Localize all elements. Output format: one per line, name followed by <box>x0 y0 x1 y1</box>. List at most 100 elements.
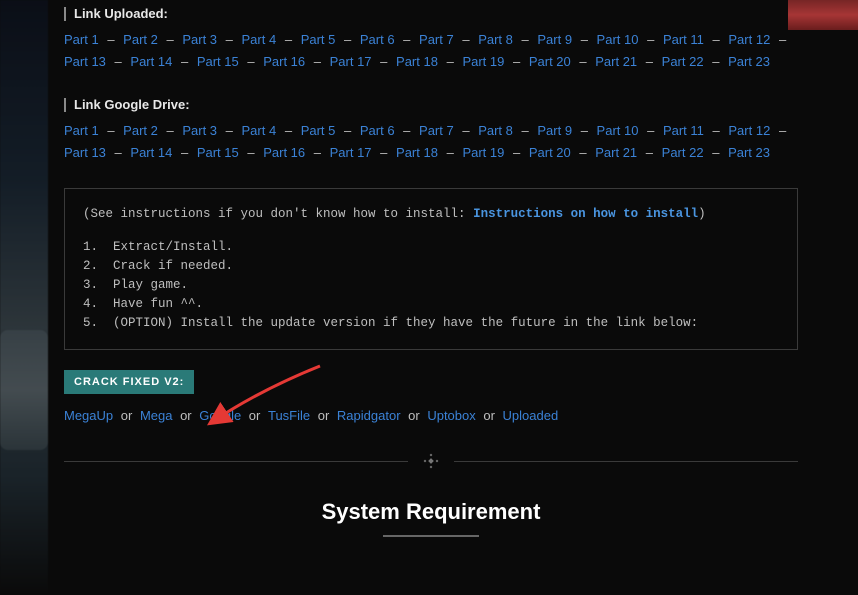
heading-bar-icon <box>64 98 66 112</box>
separator: – <box>517 32 534 47</box>
separator: – <box>576 123 593 138</box>
uploaded-part-link[interactable]: Part 3 <box>182 32 217 47</box>
gdrive-part-link[interactable]: Part 8 <box>478 123 513 138</box>
separator: – <box>309 145 326 160</box>
crack-provider-list: MegaUp or Mega or Google or TusFile or R… <box>64 408 798 423</box>
uploaded-part-link[interactable]: Part 7 <box>419 32 454 47</box>
gdrive-part-link[interactable]: Part 12 <box>728 123 770 138</box>
crack-fixed-badge: CRACK FIXED V2: <box>64 370 194 394</box>
instruction-step: 1. Extract/Install. <box>83 238 779 257</box>
gdrive-part-link[interactable]: Part 1 <box>64 123 99 138</box>
separator: – <box>242 54 259 69</box>
gdrive-part-link[interactable]: Part 9 <box>537 123 572 138</box>
uploaded-part-link[interactable]: Part 5 <box>301 32 336 47</box>
uploaded-part-link[interactable]: Part 15 <box>197 54 239 69</box>
separator: – <box>375 145 392 160</box>
separator: – <box>442 145 459 160</box>
gdrive-part-link[interactable]: Part 14 <box>130 145 172 160</box>
gdrive-part-link[interactable]: Part 3 <box>182 123 217 138</box>
system-requirement-title: System Requirement <box>64 499 798 525</box>
separator: – <box>339 123 356 138</box>
separator: – <box>280 32 297 47</box>
crack-provider-link[interactable]: MegaUp <box>64 408 113 423</box>
link-uploaded-list: Part 1 – Part 2 – Part 3 – Part 4 – Part… <box>64 29 798 73</box>
gdrive-part-link[interactable]: Part 10 <box>597 123 639 138</box>
gdrive-part-link[interactable]: Part 7 <box>419 123 454 138</box>
uploaded-part-link[interactable]: Part 12 <box>728 32 770 47</box>
uploaded-part-link[interactable]: Part 10 <box>597 32 639 47</box>
instructions-pre: (See instructions if you don't know how … <box>83 207 473 221</box>
uploaded-part-link[interactable]: Part 21 <box>595 54 637 69</box>
instruction-step: 2. Crack if needed. <box>83 257 779 276</box>
separator: – <box>642 32 659 47</box>
uploaded-part-link[interactable]: Part 2 <box>123 32 158 47</box>
separator: – <box>161 123 178 138</box>
crack-provider-link[interactable]: TusFile <box>268 408 310 423</box>
divider-diamond-icon <box>408 452 454 470</box>
instructions-box: (See instructions if you don't know how … <box>64 188 798 350</box>
gdrive-part-link[interactable]: Part 19 <box>462 145 504 160</box>
gdrive-part-link[interactable]: Part 5 <box>301 123 336 138</box>
section-divider <box>64 461 798 485</box>
uploaded-part-link[interactable]: Part 19 <box>462 54 504 69</box>
separator: – <box>102 32 119 47</box>
uploaded-part-link[interactable]: Part 8 <box>478 32 513 47</box>
uploaded-part-link[interactable]: Part 14 <box>130 54 172 69</box>
separator: – <box>221 32 238 47</box>
uploaded-part-link[interactable]: Part 20 <box>529 54 571 69</box>
instructions-steps: 1. Extract/Install.2. Crack if needed.3.… <box>83 238 779 333</box>
crack-provider-link[interactable]: Mega <box>140 408 173 423</box>
left-background-strip <box>0 0 48 595</box>
uploaded-part-link[interactable]: Part 1 <box>64 32 99 47</box>
gdrive-part-link[interactable]: Part 13 <box>64 145 106 160</box>
separator: – <box>774 123 791 138</box>
gdrive-part-link[interactable]: Part 23 <box>728 145 770 160</box>
crack-provider-link[interactable]: Rapidgator <box>337 408 401 423</box>
separator: – <box>161 32 178 47</box>
separator: – <box>309 54 326 69</box>
crack-provider-link[interactable]: Uptobox <box>427 408 475 423</box>
gdrive-part-link[interactable]: Part 15 <box>197 145 239 160</box>
uploaded-part-link[interactable]: Part 17 <box>330 54 372 69</box>
uploaded-part-link[interactable]: Part 22 <box>662 54 704 69</box>
link-uploaded-section: Link Uploaded: Part 1 – Part 2 – Part 3 … <box>64 6 798 73</box>
or-separator: or <box>476 408 503 423</box>
or-separator: or <box>241 408 268 423</box>
gdrive-part-link[interactable]: Part 2 <box>123 123 158 138</box>
separator: – <box>398 32 415 47</box>
uploaded-part-link[interactable]: Part 6 <box>360 32 395 47</box>
uploaded-part-link[interactable]: Part 23 <box>728 54 770 69</box>
gdrive-part-link[interactable]: Part 20 <box>529 145 571 160</box>
gdrive-part-link[interactable]: Part 6 <box>360 123 395 138</box>
separator: – <box>398 123 415 138</box>
gdrive-part-link[interactable]: Part 22 <box>662 145 704 160</box>
separator: – <box>708 32 725 47</box>
separator: – <box>708 123 725 138</box>
separator: – <box>375 54 392 69</box>
separator: – <box>176 54 193 69</box>
instructions-link[interactable]: Instructions on how to install <box>473 207 698 221</box>
link-gdrive-heading: Link Google Drive: <box>64 97 798 112</box>
crack-provider-link[interactable]: Google <box>199 408 241 423</box>
gdrive-part-link[interactable]: Part 17 <box>330 145 372 160</box>
uploaded-part-link[interactable]: Part 13 <box>64 54 106 69</box>
gdrive-part-link[interactable]: Part 16 <box>263 145 305 160</box>
uploaded-part-link[interactable]: Part 4 <box>242 32 277 47</box>
uploaded-part-link[interactable]: Part 11 <box>663 32 704 47</box>
instruction-step: 3. Play game. <box>83 276 779 295</box>
separator: – <box>242 145 259 160</box>
crack-provider-link[interactable]: Uploaded <box>503 408 559 423</box>
gdrive-part-link[interactable]: Part 4 <box>242 123 277 138</box>
uploaded-part-link[interactable]: Part 16 <box>263 54 305 69</box>
separator: – <box>707 54 724 69</box>
gdrive-part-link[interactable]: Part 11 <box>663 123 704 138</box>
uploaded-part-link[interactable]: Part 18 <box>396 54 438 69</box>
gdrive-part-link[interactable]: Part 21 <box>595 145 637 160</box>
link-uploaded-heading-text: Link Uploaded: <box>74 6 168 21</box>
separator: – <box>280 123 297 138</box>
separator: – <box>641 54 658 69</box>
separator: – <box>707 145 724 160</box>
gdrive-part-link[interactable]: Part 18 <box>396 145 438 160</box>
separator: – <box>642 123 659 138</box>
uploaded-part-link[interactable]: Part 9 <box>537 32 572 47</box>
